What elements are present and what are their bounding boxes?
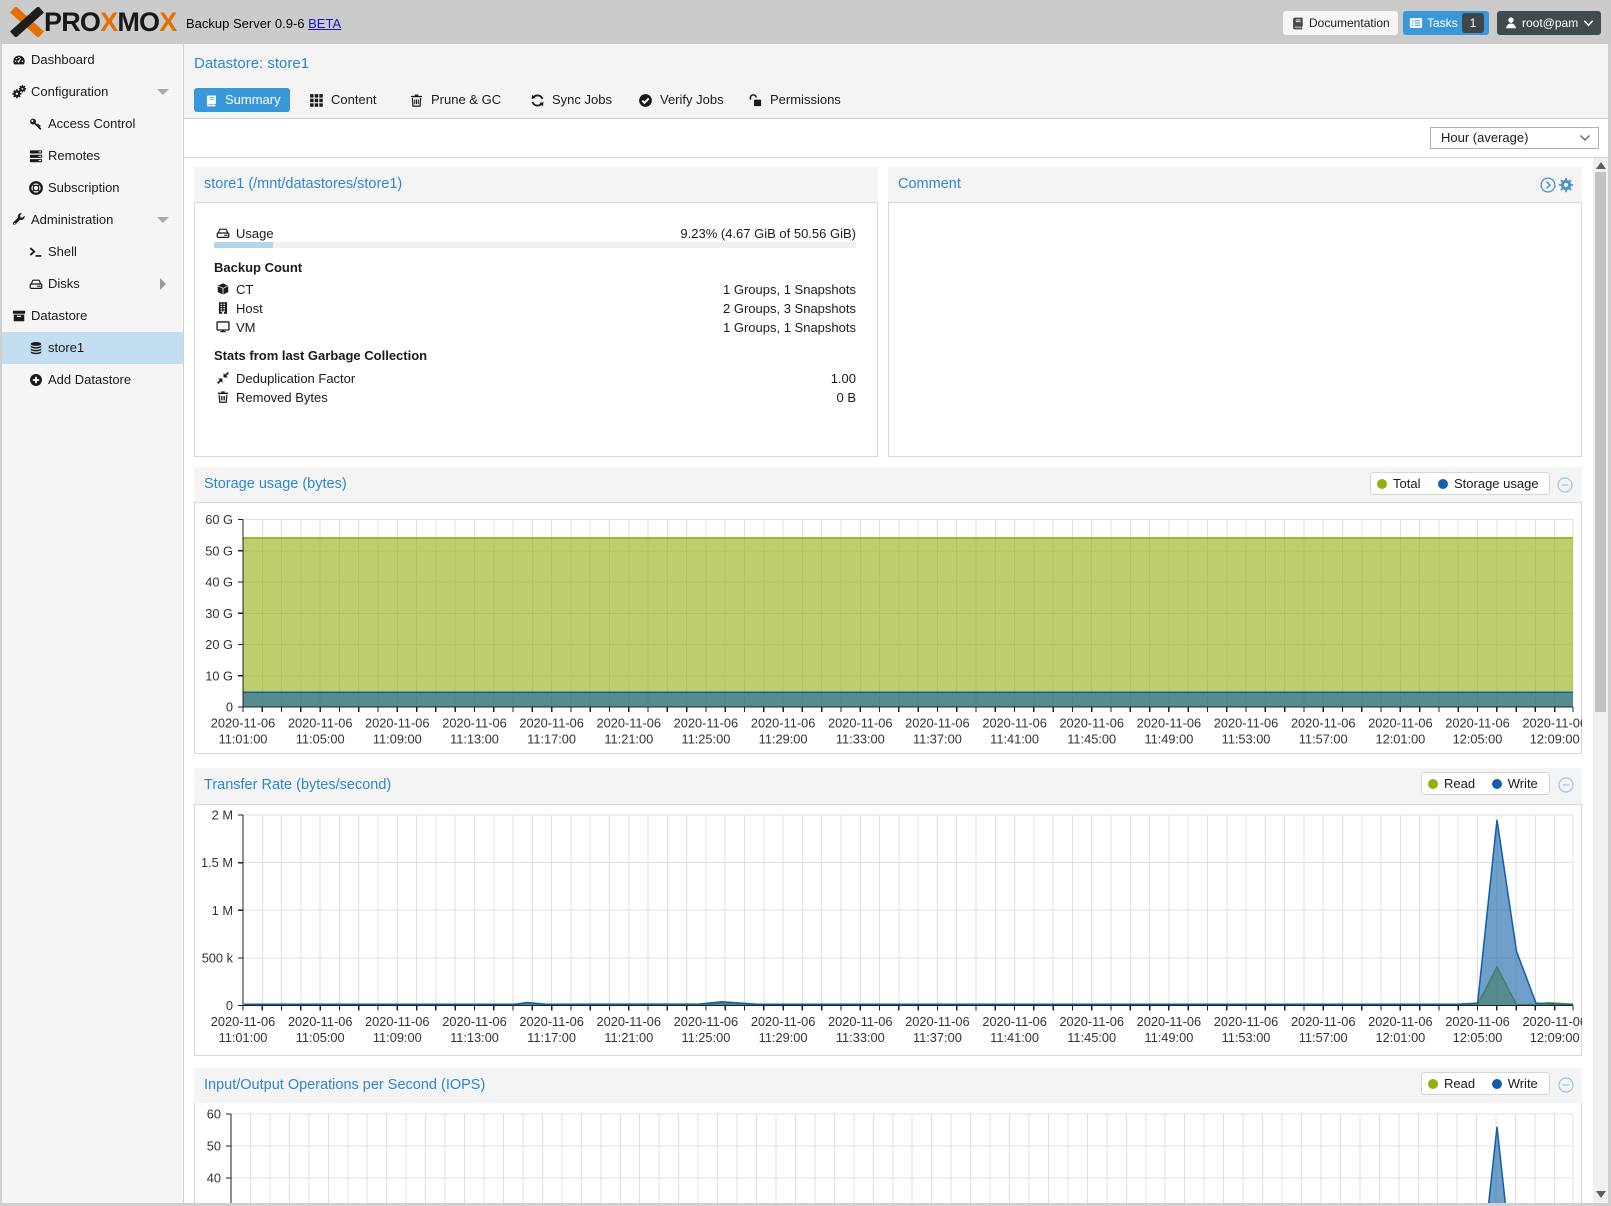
svg-text:2020-11-06: 2020-11-06 — [905, 716, 970, 731]
svg-text:2020-11-06: 2020-11-06 — [674, 716, 739, 731]
svg-text:2020-11-06: 2020-11-06 — [365, 1014, 430, 1029]
svg-text:2020-11-06: 2020-11-06 — [442, 716, 507, 731]
svg-text:12:01:00: 12:01:00 — [1375, 732, 1425, 747]
svg-text:11:57:00: 11:57:00 — [1299, 732, 1348, 747]
svg-text:20 G: 20 G — [205, 637, 233, 652]
svg-text:2020-11-06: 2020-11-06 — [1137, 716, 1202, 731]
svg-text:11:13:00: 11:13:00 — [450, 732, 499, 747]
svg-text:11:01:00: 11:01:00 — [219, 1030, 268, 1045]
svg-text:11:37:00: 11:37:00 — [913, 1030, 962, 1045]
svg-text:2020-11-06: 2020-11-06 — [982, 716, 1047, 731]
svg-text:2020-11-06: 2020-11-06 — [1368, 716, 1433, 731]
svg-text:2020-11-06: 2020-11-06 — [828, 1014, 893, 1029]
svg-text:50: 50 — [207, 1139, 221, 1154]
svg-text:60: 60 — [207, 1107, 221, 1122]
svg-text:10 G: 10 G — [205, 668, 233, 683]
svg-text:11:05:00: 11:05:00 — [296, 1030, 345, 1045]
svg-text:2020-11-06: 2020-11-06 — [597, 716, 662, 731]
svg-text:11:29:00: 11:29:00 — [759, 1030, 808, 1045]
svg-text:12:09:00: 12:09:00 — [1530, 1030, 1580, 1045]
svg-text:11:13:00: 11:13:00 — [450, 1030, 499, 1045]
svg-text:2020-11-06: 2020-11-06 — [1291, 1014, 1356, 1029]
svg-text:2020-11-06: 2020-11-06 — [828, 716, 893, 731]
svg-text:2020-11-06: 2020-11-06 — [982, 1014, 1047, 1029]
svg-text:2020-11-06: 2020-11-06 — [519, 716, 584, 731]
svg-text:11:09:00: 11:09:00 — [373, 732, 422, 747]
svg-text:11:09:00: 11:09:00 — [373, 1030, 422, 1045]
svg-text:11:53:00: 11:53:00 — [1222, 732, 1271, 747]
svg-text:11:45:00: 11:45:00 — [1067, 1030, 1116, 1045]
svg-text:11:21:00: 11:21:00 — [604, 732, 653, 747]
svg-text:11:01:00: 11:01:00 — [219, 732, 268, 747]
svg-text:11:33:00: 11:33:00 — [836, 732, 885, 747]
svg-text:2020-11-06: 2020-11-06 — [288, 1014, 353, 1029]
svg-text:2020-11-06: 2020-11-06 — [1522, 716, 1582, 731]
svg-text:40: 40 — [207, 1171, 221, 1186]
svg-text:2020-11-06: 2020-11-06 — [1214, 716, 1279, 731]
svg-text:2020-11-06: 2020-11-06 — [288, 716, 353, 731]
svg-text:11:25:00: 11:25:00 — [681, 732, 730, 747]
svg-text:2020-11-06: 2020-11-06 — [211, 1014, 276, 1029]
svg-text:2020-11-06: 2020-11-06 — [1368, 1014, 1433, 1029]
svg-text:2020-11-06: 2020-11-06 — [751, 1014, 816, 1029]
svg-text:11:33:00: 11:33:00 — [836, 1030, 885, 1045]
svg-text:11:49:00: 11:49:00 — [1144, 732, 1193, 747]
svg-text:11:41:00: 11:41:00 — [990, 732, 1039, 747]
svg-text:0: 0 — [226, 998, 233, 1013]
svg-text:500 k: 500 k — [202, 951, 234, 966]
svg-text:12:01:00: 12:01:00 — [1375, 1030, 1425, 1045]
svg-text:1 M: 1 M — [212, 903, 233, 918]
svg-text:12:05:00: 12:05:00 — [1453, 1030, 1503, 1045]
svg-text:40 G: 40 G — [205, 575, 233, 590]
svg-text:11:53:00: 11:53:00 — [1222, 1030, 1271, 1045]
svg-text:11:45:00: 11:45:00 — [1067, 732, 1116, 747]
svg-text:2020-11-06: 2020-11-06 — [674, 1014, 739, 1029]
svg-text:11:25:00: 11:25:00 — [681, 1030, 730, 1045]
svg-text:2020-11-06: 2020-11-06 — [365, 716, 430, 731]
svg-text:1.5 M: 1.5 M — [201, 855, 233, 870]
svg-text:30 G: 30 G — [205, 606, 233, 621]
svg-text:2020-11-06: 2020-11-06 — [597, 1014, 662, 1029]
svg-text:11:49:00: 11:49:00 — [1144, 1030, 1193, 1045]
svg-text:60 G: 60 G — [205, 512, 233, 527]
svg-text:0: 0 — [226, 700, 233, 715]
svg-text:2020-11-06: 2020-11-06 — [1059, 1014, 1124, 1029]
svg-text:2020-11-06: 2020-11-06 — [1214, 1014, 1279, 1029]
svg-text:2020-11-06: 2020-11-06 — [751, 716, 816, 731]
svg-text:2020-11-06: 2020-11-06 — [1522, 1014, 1582, 1029]
svg-text:2020-11-06: 2020-11-06 — [1137, 1014, 1202, 1029]
svg-text:11:17:00: 11:17:00 — [527, 1030, 576, 1045]
svg-text:11:41:00: 11:41:00 — [990, 1030, 1039, 1045]
svg-text:2 M: 2 M — [212, 808, 233, 823]
svg-text:12:09:00: 12:09:00 — [1530, 732, 1580, 747]
svg-text:11:21:00: 11:21:00 — [604, 1030, 653, 1045]
svg-text:11:29:00: 11:29:00 — [759, 732, 808, 747]
svg-text:12:05:00: 12:05:00 — [1453, 732, 1503, 747]
svg-text:11:37:00: 11:37:00 — [913, 732, 962, 747]
svg-text:2020-11-06: 2020-11-06 — [211, 716, 276, 731]
svg-text:11:57:00: 11:57:00 — [1299, 1030, 1348, 1045]
svg-text:50 G: 50 G — [205, 543, 233, 558]
svg-text:2020-11-06: 2020-11-06 — [519, 1014, 584, 1029]
svg-text:11:05:00: 11:05:00 — [296, 732, 345, 747]
svg-text:2020-11-06: 2020-11-06 — [1059, 716, 1124, 731]
svg-text:2020-11-06: 2020-11-06 — [1445, 1014, 1510, 1029]
svg-text:11:17:00: 11:17:00 — [527, 732, 576, 747]
svg-text:2020-11-06: 2020-11-06 — [1445, 716, 1510, 731]
svg-text:2020-11-06: 2020-11-06 — [1291, 716, 1356, 731]
svg-text:2020-11-06: 2020-11-06 — [442, 1014, 507, 1029]
svg-text:2020-11-06: 2020-11-06 — [905, 1014, 970, 1029]
